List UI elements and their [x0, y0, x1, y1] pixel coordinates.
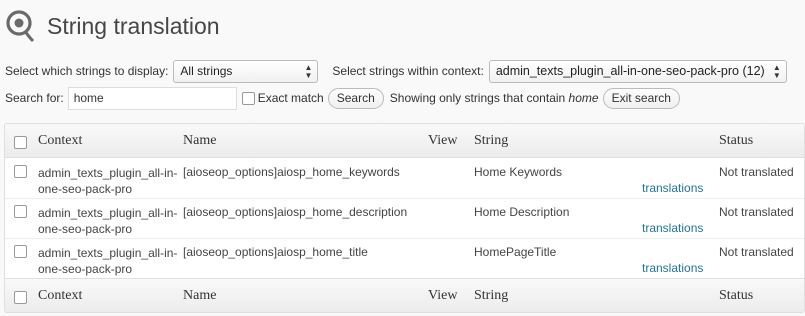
context-filter-label: Select strings within context: — [332, 64, 484, 78]
column-status: Status — [719, 288, 754, 303]
column-context: Context — [38, 288, 83, 303]
table-header: Context Name View String Status — [5, 124, 804, 158]
exact-match-option[interactable]: Exact match — [241, 91, 324, 105]
column-view: View — [428, 133, 458, 148]
context-filter-select[interactable]: admin_texts_plugin_all-in-one-seo-pack-p… — [488, 59, 787, 83]
exit-search-button[interactable]: Exit search — [602, 87, 680, 109]
select-arrows-icon: ▲ ▼ — [304, 62, 313, 80]
display-filter-select[interactable]: All strings ▲ ▼ — [173, 59, 319, 83]
table-row: admin_texts_plugin_all-in-one-seo-pack-p… — [5, 239, 804, 279]
row-string: HomePageTitle — [474, 245, 557, 259]
table-footer: Context Name View String Status — [5, 278, 804, 312]
strings-table: Context Name View String Status admin_te… — [4, 123, 805, 313]
select-arrows-icon: ▲ ▼ — [772, 62, 781, 80]
search-row: Search for: home Exact match Search Show… — [5, 86, 680, 110]
column-status: Status — [719, 133, 754, 148]
row-string: Home Keywords — [474, 165, 563, 179]
translations-link[interactable]: translations — [642, 261, 703, 275]
exact-match-label: Exact match — [257, 91, 324, 105]
table-row: admin_texts_plugin_all-in-one-seo-pack-p… — [5, 199, 804, 239]
row-context: admin_texts_plugin_all-in-one-seo-pack-p… — [38, 166, 178, 196]
row-checkbox[interactable] — [14, 165, 27, 178]
column-string: String — [474, 288, 509, 303]
row-context: admin_texts_plugin_all-in-one-seo-pack-p… — [38, 246, 178, 276]
exact-match-checkbox[interactable] — [241, 91, 255, 105]
display-filter-label: Select which strings to display: — [5, 64, 169, 78]
search-input[interactable]: home — [67, 86, 237, 110]
search-label: Search for: — [5, 91, 64, 105]
column-name: Name — [183, 133, 217, 148]
filter-row: Select which strings to display: All str… — [5, 59, 787, 83]
page-title: String translation — [47, 12, 220, 39]
header: String translation — [5, 8, 220, 44]
row-context: admin_texts_plugin_all-in-one-seo-pack-p… — [38, 206, 178, 236]
table-row: admin_texts_plugin_all-in-one-seo-pack-p… — [5, 159, 804, 199]
row-checkbox[interactable] — [14, 245, 27, 258]
search-term: home — [568, 91, 599, 105]
select-all-checkbox[interactable] — [14, 291, 27, 304]
context-filter-value: admin_texts_plugin_all-in-one-seo-pack-p… — [495, 64, 765, 78]
row-status: Not translated — [719, 245, 794, 259]
row-name: [aioseop_options]aiosp_home_description — [183, 205, 408, 219]
column-string: String — [474, 133, 509, 148]
display-filter-value: All strings — [180, 64, 233, 78]
wpml-logo-icon — [6, 10, 35, 43]
row-checkbox[interactable] — [14, 205, 27, 218]
search-status-text: Showing only strings that contain home — [389, 91, 599, 105]
select-all-checkbox[interactable] — [14, 136, 27, 149]
column-context: Context — [38, 133, 83, 148]
row-name: [aioseop_options]aiosp_home_title — [183, 245, 368, 259]
row-status: Not translated — [719, 205, 794, 219]
search-button[interactable]: Search — [327, 87, 384, 109]
translations-link[interactable]: translations — [642, 221, 703, 235]
translations-link[interactable]: translations — [642, 181, 703, 195]
row-status: Not translated — [719, 165, 794, 179]
column-name: Name — [183, 288, 217, 303]
row-string: Home Description — [474, 205, 570, 219]
column-view: View — [428, 288, 458, 303]
row-name: [aioseop_options]aiosp_home_keywords — [183, 165, 400, 179]
